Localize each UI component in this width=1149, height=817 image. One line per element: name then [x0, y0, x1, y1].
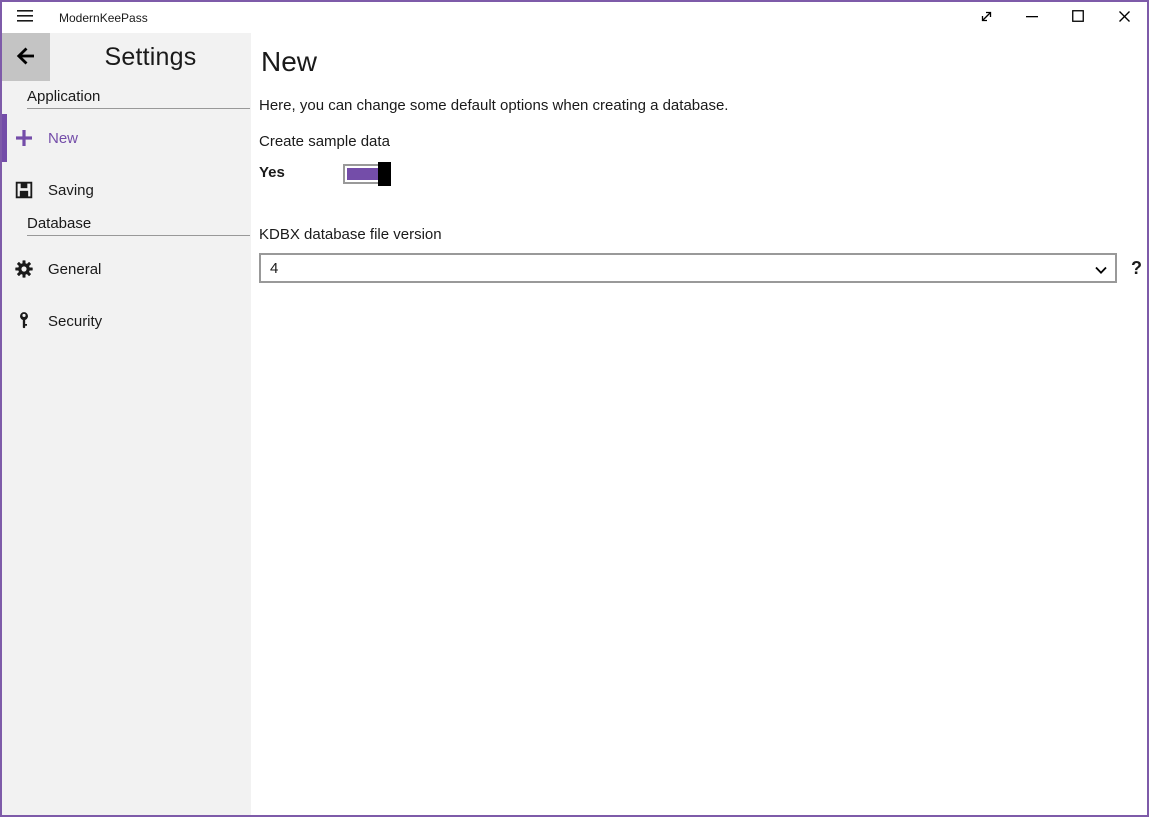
selection-indicator [2, 114, 7, 162]
titlebar: ModernKeePass [2, 2, 1147, 33]
chevron-down-icon [1094, 263, 1108, 281]
minimize-button[interactable] [1009, 2, 1055, 33]
app-title: ModernKeePass [59, 2, 148, 33]
sidebar-item-label: Security [48, 313, 102, 330]
sidebar-title: Settings [50, 33, 251, 81]
page-description: Here, you can change some default option… [259, 96, 1143, 116]
save-icon [14, 180, 34, 200]
settings-new-page: New Here, you can change some default op… [251, 33, 1147, 815]
kdbx-version-combobox[interactable]: 4 [259, 253, 1117, 283]
kdbx-version-label: KDBX database file version [259, 226, 1143, 244]
combobox-selected-value: 4 [270, 260, 278, 277]
hamburger-icon [17, 9, 34, 26]
close-button[interactable] [1101, 2, 1147, 33]
sidebar-item-new[interactable]: New [2, 114, 251, 162]
fullscreen-icon [979, 9, 994, 27]
sidebar-header: Settings [2, 33, 251, 81]
settings-sidebar: Settings Application New Saving Database [2, 33, 251, 815]
toggle-track-fill [347, 168, 380, 180]
plus-icon [14, 128, 34, 148]
page-title: New [261, 45, 1143, 79]
create-sample-data-toggle[interactable] [343, 164, 384, 184]
app-body: Settings Application New Saving Database [2, 33, 1147, 815]
create-sample-data-label: Create sample data [259, 132, 1143, 152]
section-label-application: Application [27, 88, 250, 109]
minimize-icon [1026, 10, 1039, 26]
sidebar-item-label: Saving [48, 182, 94, 199]
close-icon [1118, 10, 1131, 26]
kdbx-version-row: 4 ? [259, 253, 1143, 283]
create-sample-data-row: Yes [259, 162, 1143, 190]
titlebar-drag-area [148, 2, 963, 33]
back-button[interactable] [2, 33, 50, 81]
sidebar-item-security[interactable]: Security [2, 297, 251, 345]
sidebar-item-label: General [48, 261, 101, 278]
maximize-button[interactable] [1055, 2, 1101, 33]
gear-icon [14, 259, 34, 279]
key-icon [14, 311, 34, 331]
app-window: ModernKeePass [0, 0, 1149, 817]
toggle-thumb[interactable] [378, 162, 391, 186]
maximize-icon [1072, 10, 1084, 25]
help-button[interactable]: ? [1130, 253, 1143, 283]
fullscreen-button[interactable] [963, 2, 1009, 33]
sidebar-item-label: New [48, 130, 78, 147]
back-arrow-icon [14, 44, 38, 71]
section-label-database: Database [27, 215, 250, 236]
toggle-state-label: Yes [259, 162, 343, 184]
hamburger-menu-button[interactable] [2, 2, 48, 33]
sidebar-item-general[interactable]: General [2, 245, 251, 293]
sidebar-item-saving[interactable]: Saving [2, 166, 251, 214]
